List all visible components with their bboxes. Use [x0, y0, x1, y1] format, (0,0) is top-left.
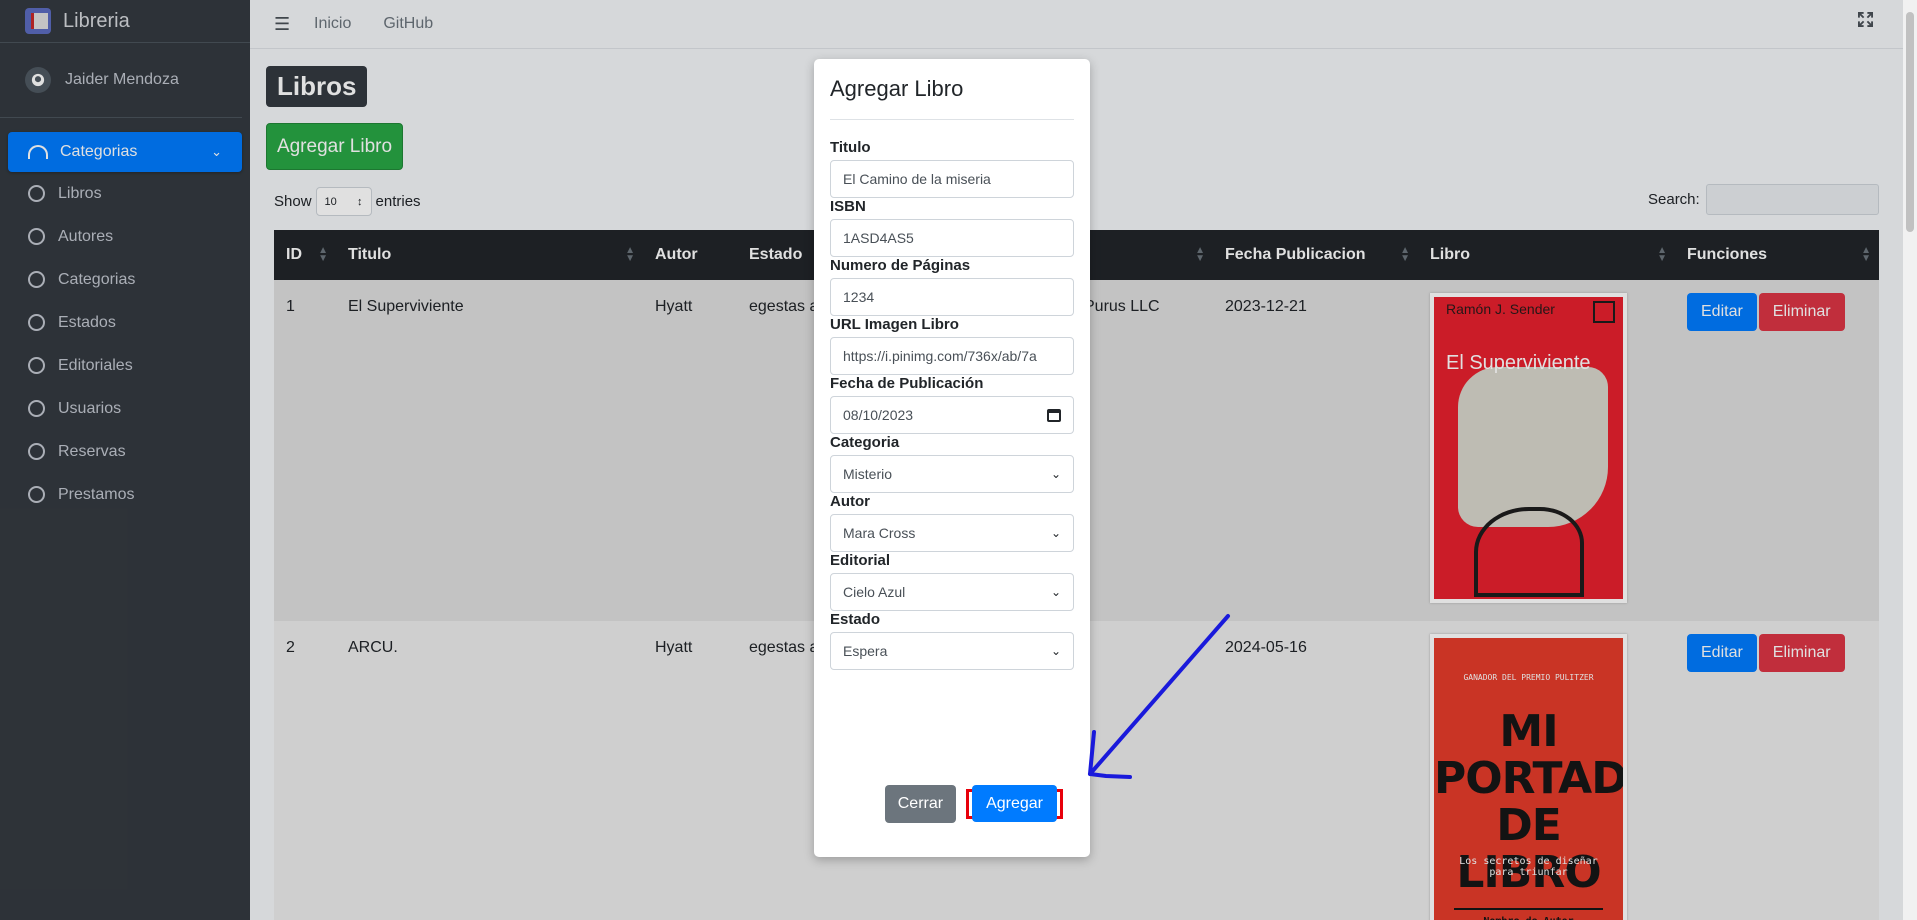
submit-add-button[interactable]: Agregar: [972, 785, 1057, 822]
chevron-down-icon: ⌄: [1050, 585, 1061, 599]
estado-label: Estado: [830, 611, 881, 628]
close-button[interactable]: Cerrar: [884, 785, 957, 823]
categoria-label: Categoria: [830, 434, 900, 451]
scrollbar-thumb[interactable]: [1906, 12, 1914, 232]
categoria-select[interactable]: Misterio ⌄: [830, 455, 1074, 493]
highlight-box: Agregar: [966, 785, 1063, 822]
modal-footer: Cerrar Agregar: [884, 785, 1063, 823]
paginas-label: Numero de Páginas: [830, 257, 971, 274]
editorial-select[interactable]: Cielo Azul ⌄: [830, 573, 1074, 611]
estado-select[interactable]: Espera ⌄: [830, 632, 1074, 670]
calendar-icon[interactable]: [1047, 408, 1061, 422]
url-label: URL Imagen Libro: [830, 316, 959, 333]
titulo-input[interactable]: El Camino de la miseria: [830, 160, 1074, 198]
modal-title: Agregar Libro: [830, 59, 1074, 120]
autor-select[interactable]: Mara Cross ⌄: [830, 514, 1074, 552]
page-scrollbar[interactable]: [1903, 0, 1917, 920]
chevron-down-icon: ⌄: [1050, 644, 1061, 658]
isbn-label: ISBN: [830, 198, 866, 215]
chevron-down-icon: ⌄: [1050, 526, 1061, 540]
annotation-arrow-icon: [1088, 614, 1230, 779]
url-imagen-input[interactable]: https://i.pinimg.com/736x/ab/7a: [830, 337, 1074, 375]
editorial-label: Editorial: [830, 552, 891, 569]
titulo-label: Titulo: [830, 139, 871, 156]
fecha-publicacion-input[interactable]: 08/10/2023: [830, 396, 1074, 434]
isbn-input[interactable]: 1ASD4AS5: [830, 219, 1074, 257]
add-book-modal: Agregar Libro Titulo El Camino de la mis…: [814, 59, 1090, 857]
autor-label: Autor: [830, 493, 870, 510]
chevron-down-icon: ⌄: [1050, 467, 1061, 481]
paginas-input[interactable]: 1234: [830, 278, 1074, 316]
fecha-label: Fecha de Publicación: [830, 375, 984, 392]
